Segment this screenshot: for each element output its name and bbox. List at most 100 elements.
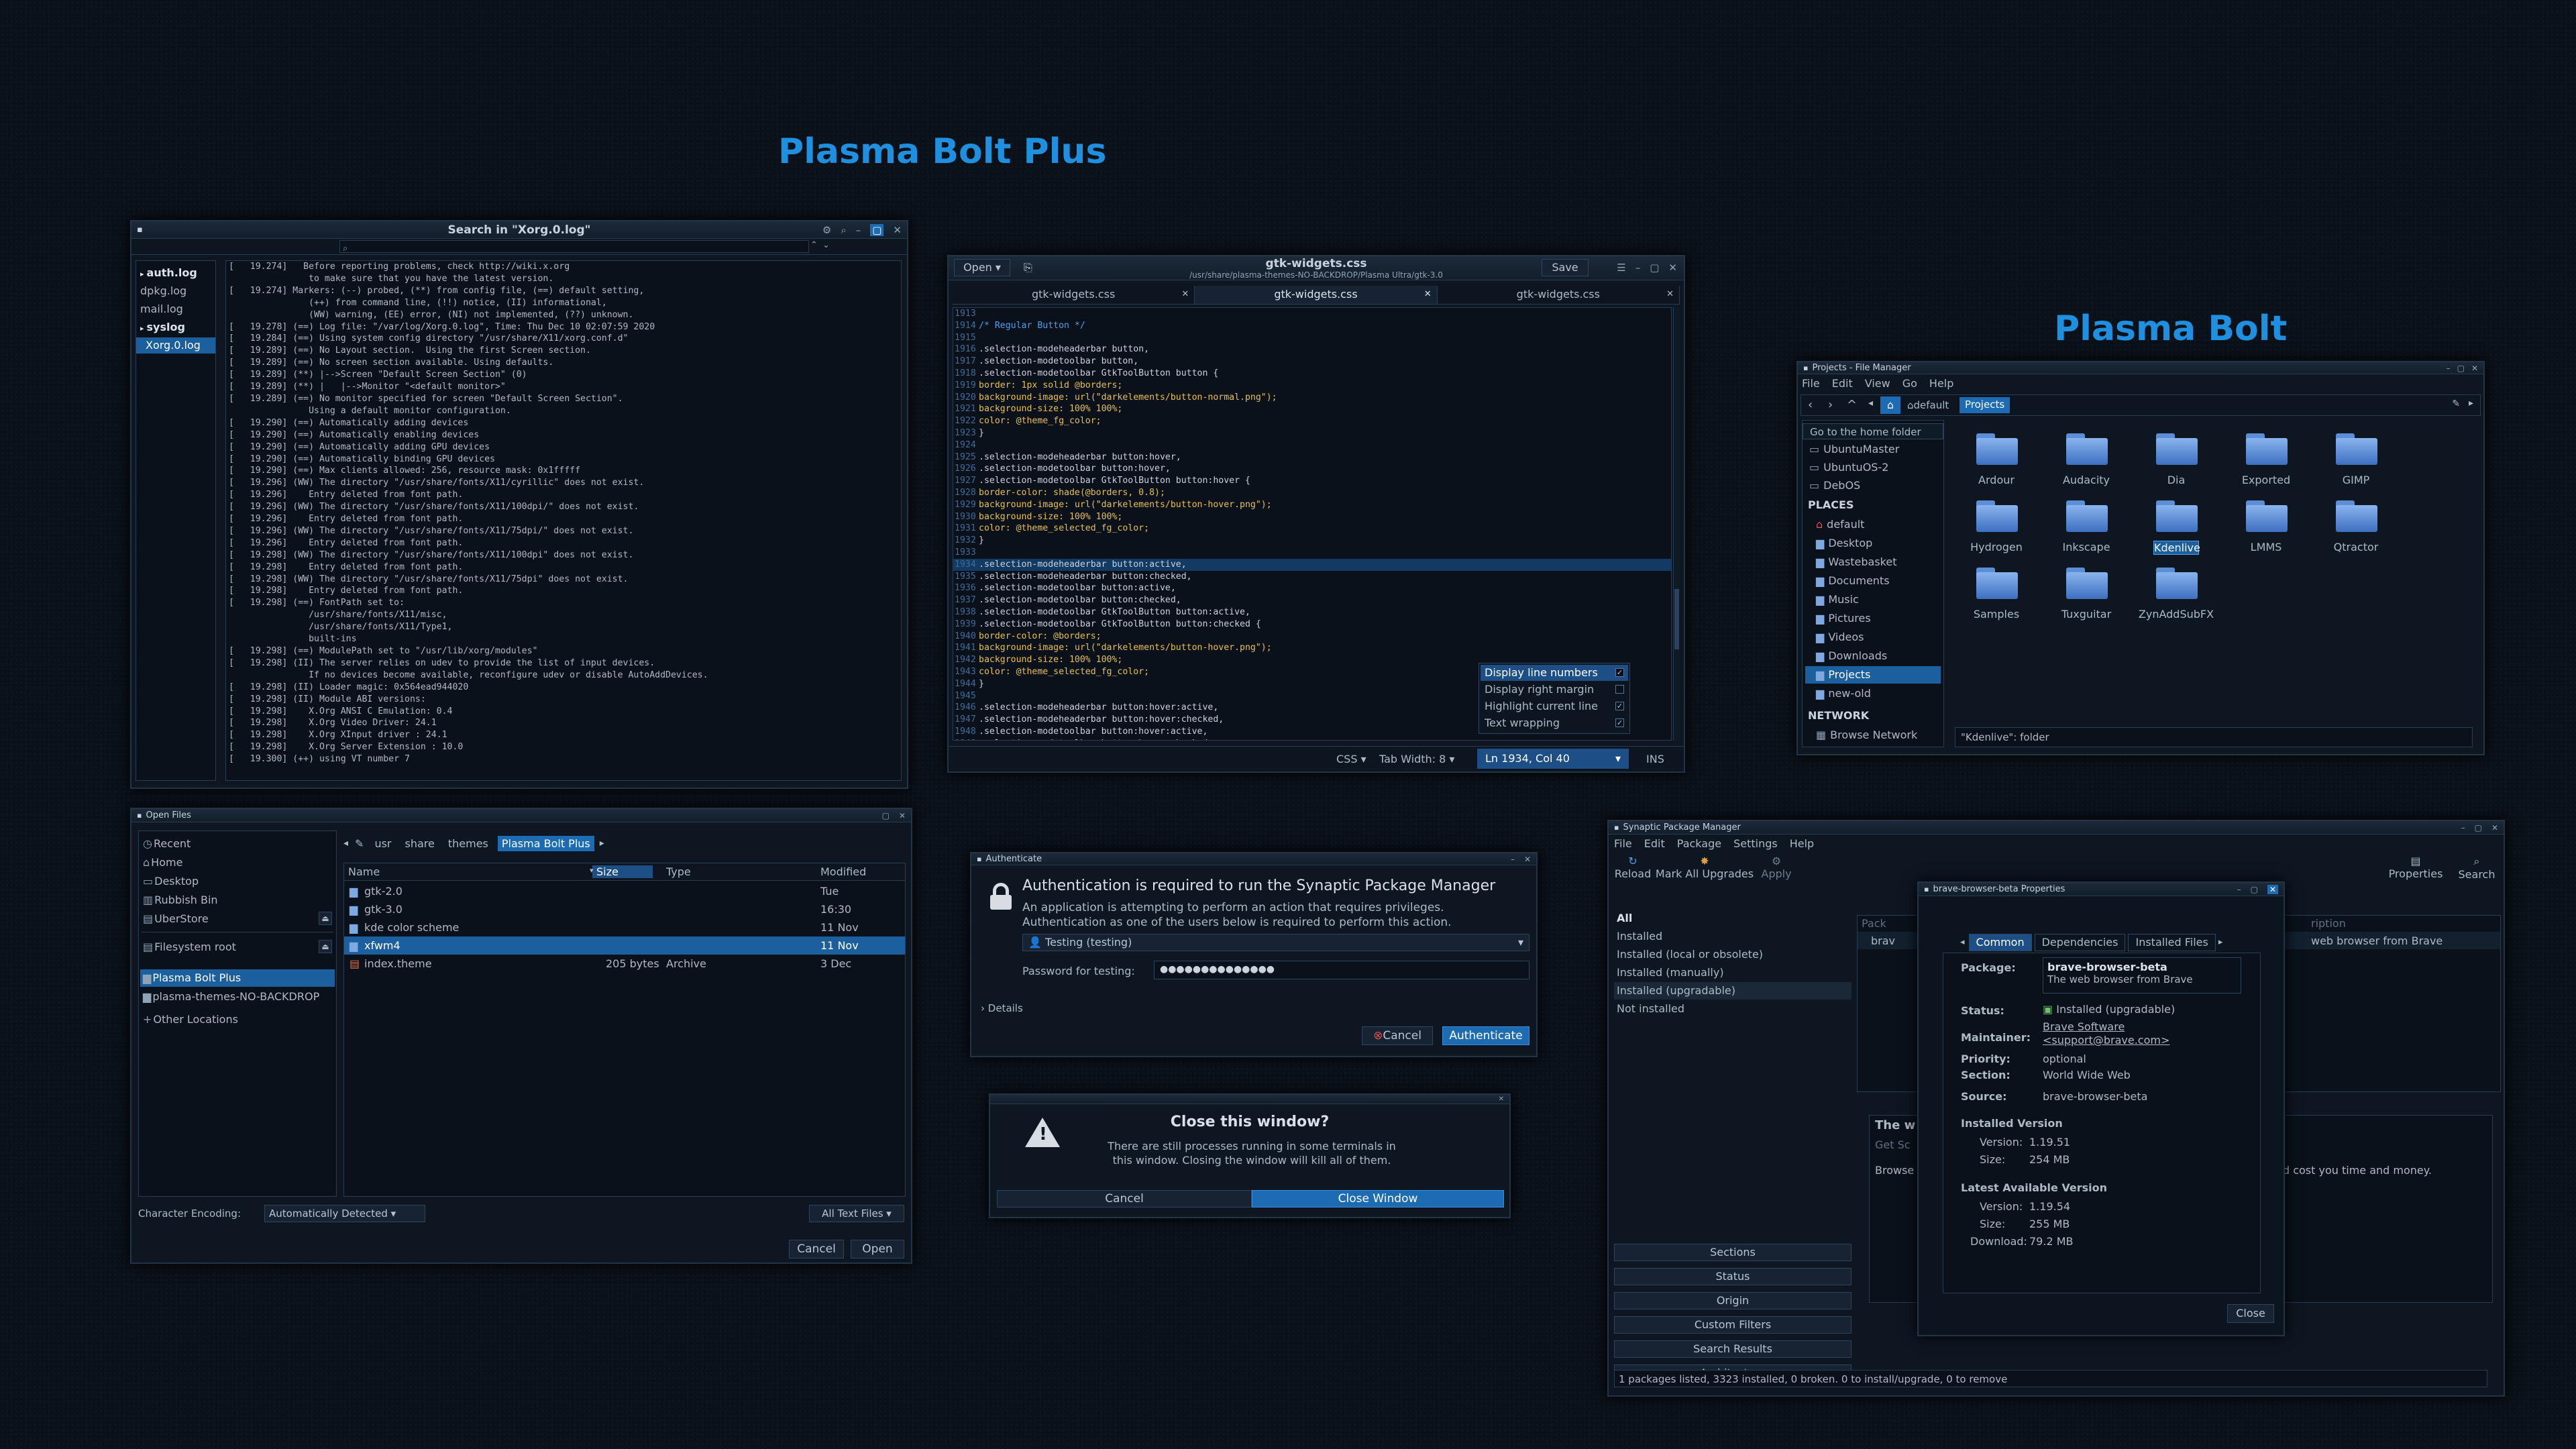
column-header-modified[interactable]: Modified	[820, 865, 866, 878]
folder-item[interactable]: ZynAddSubFX	[2136, 568, 2216, 632]
folder-item[interactable]: LMMS	[2226, 500, 2306, 565]
folder-item[interactable]: GIMP	[2316, 433, 2396, 498]
file-list-item[interactable]: mail.log	[136, 301, 215, 317]
fm-menu-file[interactable]: File	[1802, 377, 1820, 392]
close-button[interactable]: Close	[2227, 1304, 2274, 1323]
folder-item[interactable]: Qtractor	[2316, 500, 2396, 565]
sidebar-place[interactable]: ▥ Rubbish Bin	[140, 892, 335, 909]
synaptic-menu-package[interactable]: Package	[1677, 837, 1721, 850]
fm-menu-help[interactable]: Help	[1929, 377, 1953, 392]
table-row[interactable]: ▆ kde color scheme 11 Nov	[344, 918, 905, 936]
eject-icon[interactable]: ⏏	[319, 940, 332, 953]
place-item[interactable]: ▆ Wastebasket	[1805, 553, 1941, 571]
maintainer-email-link[interactable]: <support@brave.com>	[2043, 1034, 2169, 1046]
synaptic-titlebar[interactable]: ▪ Synaptic Package Manager – ▢ ✕	[1609, 821, 2504, 835]
folder-item[interactable]: Exported	[2226, 433, 2306, 498]
tabs-right-arrow[interactable]: ▸	[2218, 934, 2223, 951]
filter-item[interactable]: Installed	[1614, 928, 1851, 945]
file-list-item[interactable]: Xorg.0.log	[136, 337, 215, 354]
maximize-icon[interactable]: ▢	[2475, 823, 2482, 833]
device-item[interactable]: ▭ UbuntuMaster	[1809, 441, 1899, 458]
gear-icon[interactable]: ⚙	[822, 224, 831, 236]
minimize-icon[interactable]: –	[856, 224, 861, 236]
column-header-size[interactable]: Size	[592, 865, 653, 878]
synaptic-menu-edit[interactable]: Edit	[1644, 837, 1665, 850]
folder-item[interactable]: Dia	[2136, 433, 2216, 498]
network-item[interactable]: ▦ Browse Network	[1816, 727, 1917, 744]
view-menu-item[interactable]: Display right margin	[1481, 682, 1628, 698]
synaptic-menu-help[interactable]: Help	[1790, 837, 1814, 850]
editor-tab[interactable]: gtk-widgets.css ✕	[1195, 286, 1438, 304]
editor-headerbar[interactable]: Open ▾ ⎘ gtk-widgets.css /usr/share/plas…	[949, 256, 1684, 280]
next-match-icon[interactable]: ⌄	[822, 240, 830, 250]
filter-select[interactable]: All Text Files ▾	[809, 1205, 904, 1222]
filter-item[interactable]: Installed (local or obsolete)	[1614, 946, 1851, 963]
search-window-titlebar[interactable]: ▪ Search in "Xorg.0.log" ⚙ ⌕ – ▢ ✕	[131, 221, 907, 239]
open-files-titlebar[interactable]: ▪ Open Files ▢ ✕	[131, 809, 911, 822]
close-icon[interactable]: ✕	[1524, 855, 1531, 864]
edit-path-icon[interactable]: ✎	[355, 837, 364, 850]
maximize-icon[interactable]: ▢	[1650, 262, 1659, 274]
path-segment[interactable]: usr	[370, 836, 395, 851]
filter-category-button[interactable]: Search Results	[1614, 1340, 1851, 1358]
checkbox-checked-icon[interactable]: ✓	[1615, 668, 1624, 677]
details-expander[interactable]: › Details	[981, 1002, 1023, 1014]
sidebar-place[interactable]: ⌂ Home	[140, 854, 335, 871]
cancel-button[interactable]: Cancel	[997, 1190, 1252, 1208]
device-item[interactable]: ▭ DebOS	[1809, 477, 1860, 494]
password-field[interactable]: ●●●●●●●●●●●●●●	[1154, 961, 1529, 979]
minimize-icon[interactable]: –	[2461, 823, 2465, 833]
minimize-icon[interactable]: –	[1511, 855, 1515, 864]
search-input[interactable]: ⌕	[339, 240, 809, 254]
close-icon[interactable]: ✕	[1499, 1095, 1504, 1103]
editor-tab[interactable]: gtk-widgets.css ✕	[953, 286, 1195, 304]
search-button[interactable]: ⌕ Search	[2451, 855, 2502, 881]
cancel-button[interactable]: ⊗Cancel	[1362, 1026, 1433, 1045]
place-item[interactable]: ▆ Videos	[1805, 629, 1941, 646]
maintainer-link[interactable]: Brave Software	[2043, 1020, 2125, 1033]
sidebar-place[interactable]: ◷ Recent	[140, 835, 335, 853]
cancel-button[interactable]: Cancel	[789, 1240, 844, 1258]
close-dialog-titlebar[interactable]: ✕	[990, 1095, 1509, 1104]
folder-item[interactable]: Ardour	[1956, 433, 2037, 498]
filter-category-button[interactable]: Sections	[1614, 1244, 1851, 1261]
properties-tab[interactable]: Dependencies	[2034, 934, 2126, 951]
mark-all-upgrades-button[interactable]: ✸ Mark All Upgrades	[1654, 855, 1755, 880]
menu-icon[interactable]: ☰	[1617, 262, 1625, 274]
maximize-icon[interactable]: ▢	[870, 223, 884, 236]
folder-item[interactable]: Hydrogen	[1956, 500, 2037, 565]
close-icon[interactable]: ✕	[2471, 364, 2478, 373]
auth-titlebar[interactable]: ▪ Authenticate – ✕	[971, 853, 1536, 865]
path-segment[interactable]: share	[401, 836, 439, 851]
previous-match-icon[interactable]: ⌃	[810, 240, 818, 250]
device-item[interactable]: ▭ UbuntuOS-2	[1809, 459, 1888, 476]
path-segment[interactable]: themes	[444, 836, 492, 851]
folder-item[interactable]: Inkscape	[2046, 500, 2127, 565]
filter-category-button[interactable]: Custom Filters	[1614, 1316, 1851, 1334]
synaptic-menu-file[interactable]: File	[1614, 837, 1632, 850]
properties-button[interactable]: ▤ Properties	[2385, 855, 2446, 880]
fm-menu-go[interactable]: Go	[1902, 377, 1917, 392]
back-icon[interactable]: ‹	[1808, 398, 1813, 412]
tabs-left-arrow[interactable]: ◂	[1960, 934, 1965, 951]
filter-item[interactable]: Not installed	[1614, 1000, 1851, 1018]
file-list-item[interactable]: ▸ syslog	[136, 319, 215, 335]
get-screenshot-button[interactable]: Get Sc	[1875, 1138, 1911, 1151]
place-item[interactable]: ▆ Music	[1805, 591, 1941, 608]
folder-item[interactable]: Audacity	[2046, 433, 2127, 498]
authenticate-button[interactable]: Authenticate	[1442, 1026, 1529, 1045]
column-header-type[interactable]: Type	[666, 865, 691, 878]
maximize-icon[interactable]: ▢	[2251, 885, 2258, 894]
folder-item[interactable]: Tuxguitar	[2046, 568, 2127, 632]
filter-item[interactable]: All	[1614, 910, 1851, 927]
minimize-icon[interactable]: –	[2447, 364, 2451, 373]
home-icon[interactable]: ⌂	[1880, 396, 1900, 414]
forward-icon[interactable]: ›	[1828, 398, 1833, 412]
place-item[interactable]: ▆ new-old	[1805, 685, 1941, 702]
close-icon[interactable]: ✕	[1668, 262, 1677, 274]
table-row[interactable]: ▆ gtk-2.0 Tue	[344, 882, 905, 900]
minimize-icon[interactable]: –	[2237, 885, 2241, 894]
eject-icon[interactable]: ⏏	[319, 912, 332, 925]
path-right-arrow[interactable]: ▸	[600, 838, 604, 849]
filter-category-button[interactable]: Origin	[1614, 1292, 1851, 1309]
